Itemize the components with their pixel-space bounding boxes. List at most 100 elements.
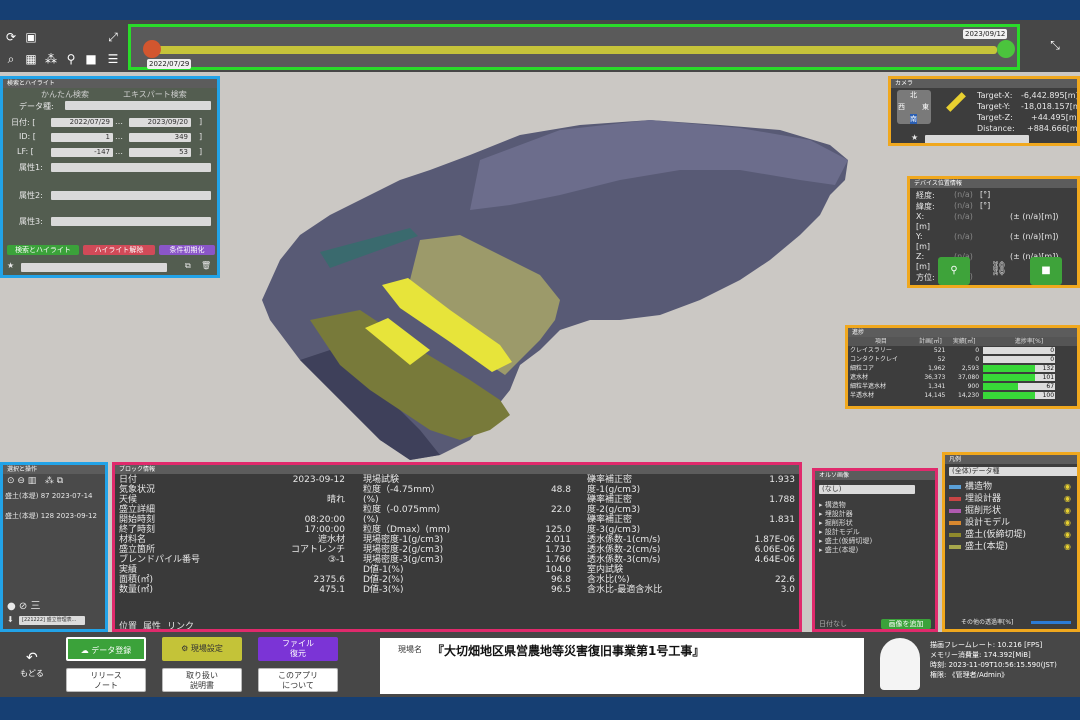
upload-icon: ☁ [80,646,92,655]
collapse-icon[interactable]: ⤡ [1048,38,1062,52]
back-label[interactable]: もどる [20,668,44,679]
star-icon[interactable]: ★ [911,133,918,142]
stats-memory: メモリー消費量: 174.392[MiB] [930,651,1031,659]
clear-highlight-button[interactable]: ハイライト解除 [83,245,155,255]
legend-item[interactable]: 盛土(仮締切堤) ◉ [945,529,1077,541]
attr1-select[interactable] [51,163,211,172]
progress-actual: 37,080 [958,374,980,381]
timeline-end-handle[interactable] [997,40,1015,58]
tab-リンク[interactable]: リンク [167,622,194,629]
list-item[interactable]: 盛土(本堤) 128 2023-09-12 [5,511,105,531]
lf-from-input[interactable]: -147 [51,148,113,157]
legend-item[interactable]: 埋設計器 ◉ [945,493,1077,505]
data-register-button[interactable]: ☁ データ登録 [66,637,146,661]
data-type-select[interactable] [65,101,211,110]
table-row[interactable]: 半透水材 14,145 14,230 100 [848,391,1077,400]
site-name-box: 現場名 『大切畑地区県営農地等災害復旧事業第1号工事』 [380,638,864,694]
manual-button[interactable]: 取り扱い 説明書 [162,668,242,692]
id-to-input[interactable]: 349 [129,133,191,142]
download-icon[interactable]: ⬇ [7,615,14,624]
bottom-tools[interactable]: ● ⊘ 三 [7,597,40,612]
field-key: 現場密度-3(g/cm3) [363,555,444,565]
site-settings-button[interactable]: ⚙ 現場設定 [162,637,242,661]
add-image-button[interactable]: 画像を追加 [881,619,931,629]
timeline-slider[interactable]: 2022/07/29 2023/09/12 [128,24,1020,70]
search-icon[interactable]: ⌕ [4,52,18,66]
selection-list[interactable]: 盛土(本堤) 87 2023-07-14 盛土(本堤) 128 2023-09-1… [5,491,105,531]
star-icon[interactable]: ★ [7,261,14,270]
no-date-label: 日付なし [819,620,847,628]
pin-person-icon[interactable]: ⚲ [938,257,970,285]
select-toolbar[interactable]: ⊙ ⊖ ▥ ⁂ ⧉ [7,476,63,486]
favorites-select[interactable] [21,263,167,272]
legend-item[interactable]: 掘削形状 ◉ [945,505,1077,517]
points-icon[interactable]: ⁂ [44,52,58,66]
bottom-file-select[interactable]: [221222] 盛立管理表... [19,616,85,625]
item-id: 87 [38,492,52,500]
copy-icon[interactable]: ⧉ [185,261,191,271]
legend-item[interactable]: 設計モデル ◉ [945,517,1077,529]
camera-person-icon[interactable]: ■ [1030,257,1062,285]
eye-icon[interactable]: ◉ [1064,529,1071,541]
camera-favorites-select[interactable] [925,135,1029,143]
ortho-item[interactable]: ▸ 設計モデル [819,528,935,537]
eye-icon[interactable]: ◉ [1064,493,1071,505]
list-item[interactable]: 盛土(本堤) 87 2023-07-14 [5,491,105,511]
eye-icon[interactable]: ◉ [1064,481,1071,493]
table-row[interactable]: 細粒半遮水材 1,341 900 67 [848,382,1077,391]
list-icon[interactable]: ☰ [106,52,120,66]
search-highlight-button[interactable]: 検索とハイライト [7,245,79,255]
stats-time: 時刻: 2023-11-09T10:56:15.590(JST) [930,661,1057,669]
eye-icon[interactable]: ◉ [1064,505,1071,517]
table-row[interactable]: 遮水材 36,373 37,080 101 [848,373,1077,382]
id-from-input[interactable]: 1 [51,133,113,142]
ortho-list[interactable]: ▸ 構造物 ▸ 埋設計器 ▸ 掘削形状 ▸ 設計モデル ▸ 盛土(仮締切堤) ▸ 盛土(本… [819,501,935,555]
ortho-item[interactable]: ▸ 構造物 [819,501,935,510]
tab-位置[interactable]: 位置 [119,622,137,629]
transparency-slider[interactable] [1031,621,1071,624]
timeline-start-handle[interactable] [143,40,161,58]
ortho-item[interactable]: ▸ 掘削形状 [819,519,935,528]
release-notes-button[interactable]: リリース ノート [66,668,146,692]
camera-icon[interactable]: ■ [84,52,98,66]
grid-icon[interactable]: ▦ [24,52,38,66]
file-restore-button[interactable]: ファイル 復元 [258,637,338,661]
unlink-icon[interactable]: ⛓ [990,261,1008,277]
location-pin-icon[interactable]: ⚲ [64,52,78,66]
legend-item[interactable]: 構造物 ◉ [945,481,1077,493]
compass-widget[interactable]: 北 西 東 南 [897,90,931,124]
about-app-button[interactable]: このアプリ について [258,668,338,692]
tab-expert-search[interactable]: エキスパート検索 [123,89,187,100]
ortho-item[interactable]: ▸ 埋設計器 [819,510,935,519]
lf-to-input[interactable]: 53 [129,148,191,157]
table-row[interactable]: コンタクトクレイ 52 0 0 [848,355,1077,364]
tab-simple-search[interactable]: かんたん検索 [41,89,89,100]
attr3-select[interactable] [51,217,211,226]
date-from-input[interactable]: 2022/07/29 [51,118,113,127]
table-row[interactable]: 細粒コア 1,962 2,593 132 [848,364,1077,373]
back-icon[interactable]: ↶ [26,650,38,666]
expand-icon[interactable]: ⤢ [106,30,120,44]
eye-icon[interactable]: ◉ [1064,541,1071,553]
image-icon[interactable]: ▣ [24,30,38,44]
timeline-track[interactable] [153,46,997,54]
legend-label: 盛土(仮締切堤) [965,530,1027,540]
ortho-item[interactable]: ▸ 盛土(本堤) [819,546,935,555]
ortho-item[interactable]: ▸ 盛土(仮締切堤) [819,537,935,546]
trash-icon[interactable]: 🗑 [201,261,211,270]
table-row: 礫率補正密 1.831 [585,515,797,525]
pen-icon[interactable] [946,92,966,112]
reset-conditions-button[interactable]: 条件初期化 [159,245,215,255]
attr2-select[interactable] [51,191,211,200]
field-key: D値-1(%) [363,565,404,575]
timeline-end-date[interactable]: 2023/09/12 [963,29,1008,39]
table-row[interactable]: クレイスラリー 521 0 0 [848,346,1077,355]
tab-属性[interactable]: 属性 [143,622,161,629]
eye-icon[interactable]: ◉ [1064,517,1071,529]
timeline-start-date[interactable]: 2022/07/29 [147,59,192,69]
date-to-input[interactable]: 2023/09/20 [129,118,191,127]
reset-icon[interactable]: ⟳ [4,30,18,44]
ortho-select[interactable]: (なし) [819,485,915,494]
legend-select[interactable]: (全体)データ種 [949,467,1077,476]
legend-item[interactable]: 盛土(本堤) ◉ [945,541,1077,553]
